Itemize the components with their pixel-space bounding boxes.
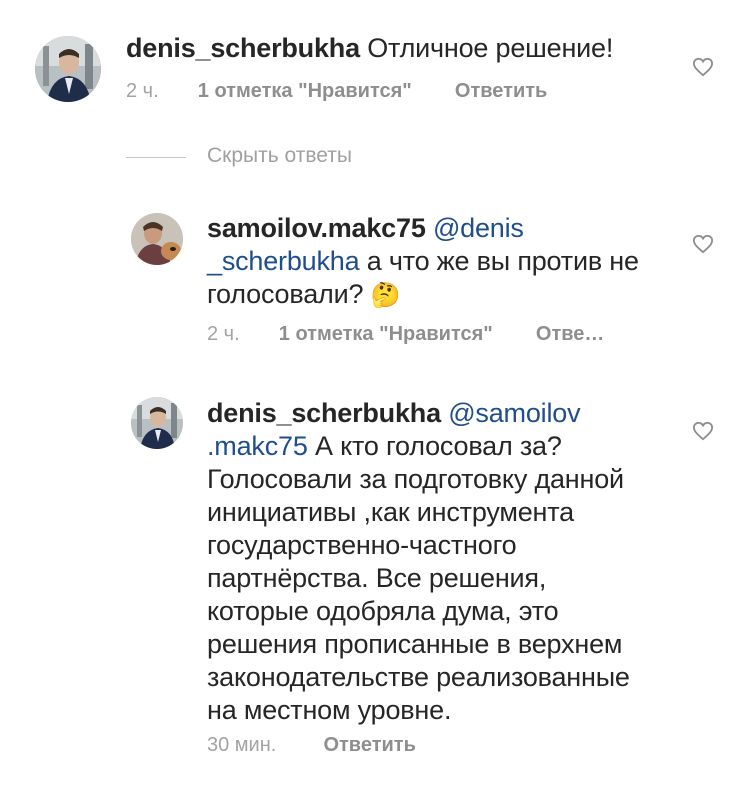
comment-body-line: законодательстве реализованные [207, 662, 630, 692]
heart-outline-icon[interactable] [692, 57, 714, 77]
comment-body: а что же вы против не [366, 246, 639, 276]
comment-3-line-1: denis_scherbukha @samoilov [207, 397, 677, 430]
hide-replies-button[interactable]: Скрыть ответы [207, 144, 352, 168]
comment-body: голосовали? [207, 279, 364, 309]
comment-username[interactable]: samoilov.makc75 [207, 213, 426, 243]
likes-count-link[interactable]: 1 отметка "Нравится" [279, 323, 493, 345]
comment-1-meta: 2 ч. 1 отметка "Нравится" Ответить [126, 80, 547, 103]
thinking-emoji: 🤔 [370, 282, 401, 309]
comment-2-meta: 2 ч. 1 отметка "Нравится" Отве… [207, 323, 604, 346]
comment-body-line: А кто голосовал за? [314, 431, 562, 461]
comment-2-line-1: samoilov.makc75 @denis [207, 212, 667, 245]
comment-body: Отличное решение! [367, 33, 614, 63]
hide-replies-divider [126, 157, 186, 158]
comment-body-line: партнёрства. Все решения, [207, 563, 547, 593]
avatar[interactable] [131, 397, 183, 449]
mention-link-cont[interactable]: .makc75 [207, 431, 308, 461]
comment-username[interactable]: denis_scherbukha [126, 33, 360, 63]
reply-button[interactable]: Ответить [323, 734, 415, 756]
likes-count-link[interactable]: 1 отметка "Нравится" [198, 80, 412, 102]
comment-body-line: которые одобряла дума, это [207, 596, 559, 626]
heart-outline-icon[interactable] [692, 421, 714, 441]
comment-time: 30 мин. [207, 734, 277, 756]
comment-time: 2 ч. [207, 323, 240, 345]
avatar[interactable] [131, 213, 183, 265]
comment-body-line: инициативы ,как инструмента [207, 497, 574, 527]
comment-2-line-3: голосовали? 🤔 [207, 278, 667, 312]
reply-button[interactable]: Отве… [536, 323, 605, 345]
comment-body-line: на местном уровне. [207, 695, 452, 725]
mention-link[interactable]: @denis [433, 213, 524, 243]
comment-3-meta: 30 мин. Ответить [207, 734, 416, 757]
comment-time: 2 ч. [126, 80, 159, 102]
comment-body-line: решения прописанные в верхнем [207, 629, 623, 659]
avatar[interactable] [35, 36, 101, 102]
comment-3-text: denis_scherbukha @samoilov .makc75 А кто… [207, 397, 677, 727]
comment-3-line-2: .makc75 А кто голосовал за? [207, 430, 677, 463]
reply-button[interactable]: Ответить [455, 80, 547, 102]
comment-2-text: samoilov.makc75 @denis _scherbukha а что… [207, 212, 667, 312]
mention-link-cont[interactable]: _scherbukha [207, 246, 360, 276]
comment-body-line: Голосовали за подготовку данной [207, 464, 624, 494]
comment-username[interactable]: denis_scherbukha [207, 398, 441, 428]
comment-body-line: государственно-частного [207, 530, 517, 560]
comment-2-line-2: _scherbukha а что же вы против не [207, 245, 667, 278]
heart-outline-icon[interactable] [692, 234, 714, 254]
mention-link[interactable]: @samoilov [448, 398, 580, 428]
comment-1-text: denis_scherbukha Отличное решение! [126, 32, 613, 65]
